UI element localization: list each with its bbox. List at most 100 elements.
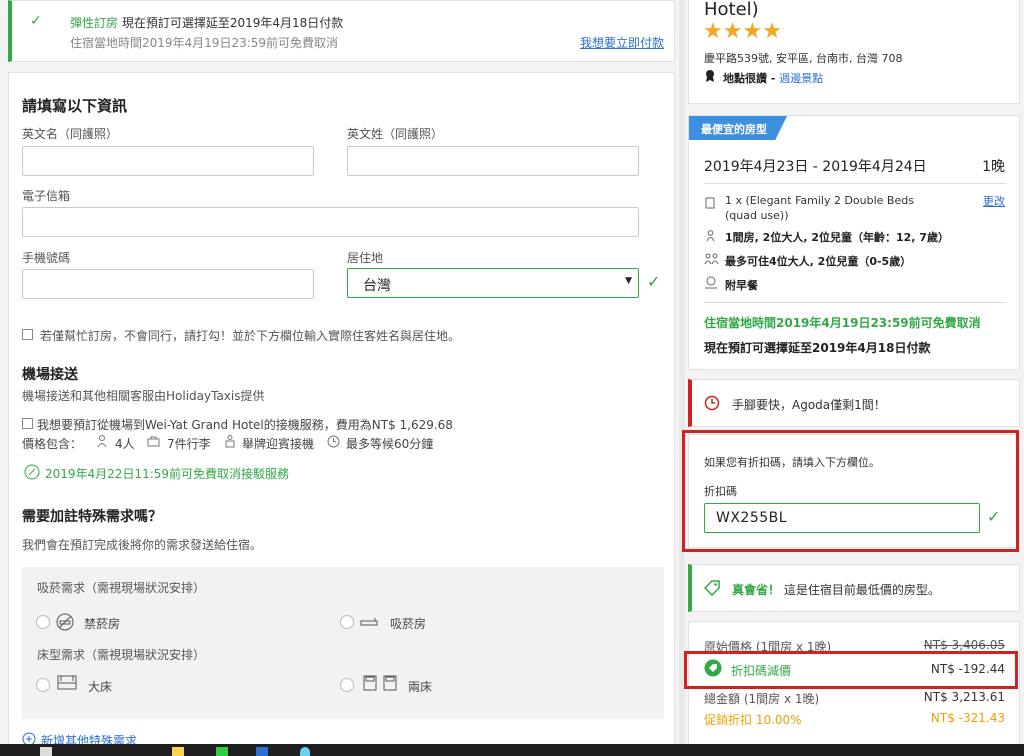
luggage-icon [147,436,160,447]
persons-text: 4人 [115,437,135,451]
page-scrollbar[interactable] [679,0,685,744]
twin-bed-label: 兩床 [408,680,433,694]
booking-for-other-checkbox[interactable] [22,329,33,340]
hotel-summary-card: Hotel) ★★★★ 慶平路539號, 安平區, 台南市, 台灣 708 地點… [688,0,1020,104]
deal-row: 真會省！ 這是住宿目前最低價的房型。 [732,581,940,598]
guest-form-card: 請填寫以下資訊 英文名（同護照） 英文姓（同護照） 電子信箱 手機號碼 居住地 … [8,72,675,756]
phone-label: 手機號碼 [22,251,71,265]
price-includes-label: 價格包含： [22,437,83,451]
flexible-booking-notice: ✓ 彈性訂房 現在預訂可選擇延至2019年4月18日付款 住宿當地時間2019年… [8,0,675,62]
special-heading: 需要加註特殊需求嗎？ [22,509,162,525]
app-icon[interactable] [216,747,228,756]
breakfast-text: 附早餐 [725,279,758,292]
deal-card: 真會省！ 這是住宿目前最低價的房型。 [688,564,1020,612]
price-tag-icon [704,580,720,596]
notice-subtitle: 住宿當地時間2019年4月19日23:59前可免費取消 [70,36,339,50]
form-heading: 請填寫以下資訊 [22,97,128,115]
room-free-cancel: 住宿當地時間2019年4月19日23:59前可免費取消 [704,316,981,330]
promo-discount-value: NT$ -321.43 [930,711,1005,725]
taskbar [0,744,1024,756]
first-name-label: 英文名（同護照） [22,127,119,141]
large-bed-radio[interactable] [36,678,50,692]
total-price-value: NT$ 3,213.61 [923,690,1005,704]
location-row: 地點很讚 - 週邊景點 [723,70,823,86]
alarm-icon [704,395,720,411]
annotation-highlight [682,430,1019,552]
breakfast-icon [704,276,718,289]
person-icon [97,435,107,448]
max-occupancy-row: 最多可住4位大人, 2位兒童（0-5歲） [725,253,911,269]
max-occupancy-text: 最多可住4位大人, 2位兒童 [725,255,859,268]
change-room-link[interactable]: 更改 [983,193,1005,209]
wait-text: 最多等候60分鐘 [346,437,434,451]
location-label: 地點很讚 - [723,72,780,85]
smoking-room-label: 吸菸房 [390,617,427,631]
residence-label: 居住地 [347,251,384,265]
cheapest-badge: 最便宜的房型 [689,116,787,140]
app-icon[interactable] [300,747,310,756]
hotel-address: 慶平路539號, 安平區, 台南市, 台灣 708 [704,52,903,65]
pay-now-link[interactable]: 我想要立即付款 [580,34,664,51]
promo-discount-label: 促銷折扣 10.00% [704,713,802,727]
deal-highlight: 真會省！ [732,583,781,597]
smoking-label: 吸菸需求（需視現場狀況安排） [37,581,206,595]
star-rating: ★★★★ [703,19,782,44]
twin-bed-radio[interactable] [340,678,354,692]
residence-value: 台灣 [363,278,391,294]
cheapest-badge-text: 最便宜的房型 [701,123,767,136]
last-name-label: 英文姓（同護照） [347,127,444,141]
award-icon [704,69,716,83]
booking-for-other-label: 若僅幫忙訂房，不會同行，請打勾！並於下方欄位輸入實際住客姓名與居住地。 [40,329,461,343]
last-name-input[interactable] [347,146,639,176]
twin-bed-icon [362,674,398,692]
bed-type-label: 床型需求（需視現場狀況安排） [37,648,206,662]
room-type: 1 x (Elegant Family 2 Double Beds (quad … [725,194,914,222]
non-smoking-radio[interactable] [36,615,50,629]
total-price-label: 總金額 (1間房 x 1晚) [704,692,820,706]
folder-icon[interactable] [172,747,184,756]
non-smoking-label: 禁菸房 [84,617,121,631]
no-smoking-icon [56,613,74,631]
dropdown-arrow-icon: ▼ [625,276,632,286]
airport-heading: 機場接送 [22,367,78,383]
residence-select[interactable]: 台灣 ▼ [347,268,639,298]
clock-icon [327,435,340,448]
phone-input[interactable] [22,269,314,299]
cigarette-icon [360,617,378,627]
first-name-input[interactable] [22,146,314,176]
airport-transfer-label: 我想要預訂從機場到Wei-Yat Grand Hotel的接機服務，費用為NT$… [37,418,453,432]
email-label: 電子信箱 [22,189,71,203]
urgency-card: 手腳要快，Agoda僅剩1間！ [688,379,1020,427]
check-icon: ✓ [30,13,42,29]
luggage-text: 7件行李 [167,437,211,451]
sign-text: 舉牌迎賓接機 [242,437,315,451]
residence-valid-check-icon: ✓ [647,272,661,291]
room-pay-later: 現在預訂可選擇延至2019年4月18日付款 [704,341,931,355]
deal-text: 這是住宿目前最低價的房型。 [783,583,940,597]
notice-title-rest: 現在預訂可選擇延至2019年4月18日付款 [121,16,344,30]
airport-free-cancel: 2019年4月22日11:59前可免費取消接駁服務 [45,467,290,481]
hotel-name: Hotel) [704,0,759,20]
occupancy-text: 1間房, 2位大人, 2位兒童 [725,231,852,244]
smoking-radio[interactable] [340,615,354,629]
special-subtitle: 我們會在預訂完成後將你的需求發送給住宿。 [22,538,263,552]
notice-title-green: 彈性訂房 [70,16,119,30]
airport-transfer-checkbox[interactable] [22,418,33,429]
person-icon [706,230,715,242]
special-requests-panel: 吸菸需求（需視現場狀況安排） 禁菸房 吸菸房 床型需求（需視現場狀況安排） 大床… [22,567,664,719]
stay-dates: 2019年4月23日 - 2019年4月24日 [704,159,927,175]
email-input[interactable] [22,207,639,237]
urgency-text: 手腳要快，Agoda僅剩1間！ [732,398,886,412]
star-icon: ★ [762,19,782,44]
file-icon[interactable] [40,747,52,756]
app-icon[interactable] [256,747,268,756]
nearby-link[interactable]: 週邊景點 [779,72,823,85]
divider [704,183,1006,184]
large-bed-icon [56,674,78,692]
annotation-highlight [684,651,1018,689]
door-icon [705,197,715,209]
star-icon: ★ [722,19,743,44]
room-details-card: 最便宜的房型 2019年4月23日 - 2019年4月24日 1晚 1 x (E… [688,115,1020,370]
notice-title: 彈性訂房 現在預訂可選擇延至2019年4月18日付款 [70,14,343,31]
group-icon [704,253,719,265]
